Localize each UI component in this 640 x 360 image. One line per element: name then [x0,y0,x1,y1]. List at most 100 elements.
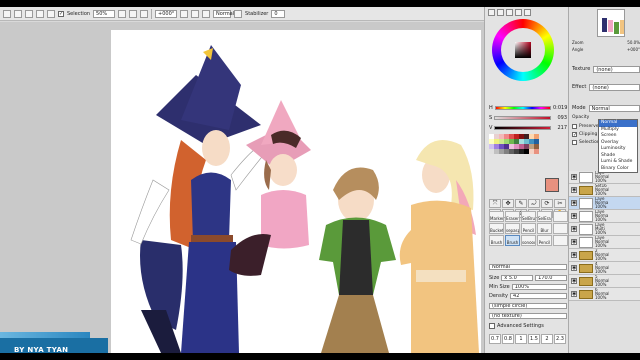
layer-row[interactable]: ◉ Laye Multi 100% [569,223,640,236]
drawing-canvas[interactable] [111,30,481,353]
workspace [0,22,484,353]
brush-preset[interactable]: Blur [537,223,552,234]
brush-texture-select[interactable]: (no texture) [489,312,567,319]
color-mode-tabs [485,7,568,17]
angle-field[interactable]: +000° [155,9,178,18]
tool-button[interactable]: ✥ [502,199,514,208]
brush-preset[interactable]: sepaspe [505,223,520,234]
brush-preset[interactable] [553,235,568,246]
brush-size-preset[interactable]: 0.7 [489,334,501,344]
layer-row[interactable]: ◉ Laye Norma 100% [569,210,640,223]
color-wheel[interactable] [492,19,554,81]
layer-folder-row[interactable]: ◉ 5 Normal 100% [569,275,640,288]
visibility-eye-icon[interactable]: ◉ [571,213,577,219]
selection-source-checkbox[interactable] [572,140,577,145]
layer-folder-row[interactable]: ◉ 4 Normal 100% [569,262,640,275]
size-value[interactable]: 170.0 [535,274,568,281]
visibility-eye-icon[interactable]: ◉ [571,291,577,297]
visibility-eye-icon[interactable]: ◉ [571,226,577,232]
tool-button[interactable]: ✂ [554,199,566,208]
brush-mode-select[interactable]: Normal [489,263,567,270]
layer-mode-select[interactable]: Normal [588,104,640,112]
density-value[interactable]: 42 [510,292,567,299]
navigator-preview [602,18,624,34]
color-swatch[interactable] [534,149,539,154]
redo-button[interactable] [14,9,22,18]
stabilizer-field[interactable]: 0 [271,9,286,18]
nav-zoom-value[interactable]: 50.0% [627,40,640,46]
flip-button[interactable] [202,9,211,18]
brush-preset[interactable]: Pencil [521,223,536,234]
layer-folder-row[interactable]: ◉ 6 Normal 100% [569,288,640,301]
brush-preset[interactable]: Brush [505,235,520,246]
size-multiplier[interactable]: x 5.0 [501,274,534,281]
visibility-eye-icon[interactable]: ◉ [571,278,577,284]
value-slider[interactable] [494,125,551,130]
tool-button[interactable]: ⤾ [528,199,540,208]
tool-button[interactable]: ⤧ [489,199,501,208]
swatches-tab[interactable] [515,9,522,16]
zoom-field[interactable]: 50% [93,9,116,18]
brush-size-preset[interactable]: 1.5 [528,334,540,344]
blend-mode-option[interactable]: Lumi & Shade [599,159,637,166]
saturation-value-square[interactable] [515,42,531,58]
visibility-eye-icon[interactable]: ◉ [571,187,577,193]
visibility-eye-icon[interactable]: ◉ [571,174,577,180]
hue-slider[interactable] [494,105,551,110]
layer-row[interactable]: ◉ Laye Norma 100% [569,197,640,210]
blend-mode-option[interactable]: Binary Color [599,166,637,173]
tool-button[interactable]: ✎ [515,199,527,208]
selection-checkbox[interactable]: ✓ [58,10,64,17]
zoom-out-button[interactable] [118,9,127,18]
brush-preset[interactable]: Bucket [489,223,504,234]
invert-selection-button[interactable] [36,9,44,18]
layer-row[interactable]: ◉ Laye Normal 100% [569,236,640,249]
visibility-eye-icon[interactable]: ◉ [571,239,577,245]
brush-preset[interactable] [553,223,568,234]
current-color-swatch[interactable] [545,178,559,192]
tool-button[interactable]: ⟳ [541,199,553,208]
preserve-opacity-checkbox[interactable] [572,124,577,129]
saturation-slider[interactable] [494,115,551,120]
stabilizer-toggle[interactable] [234,9,243,18]
brush-size-preset[interactable]: 1 [515,334,527,344]
deselect-button[interactable] [25,9,33,18]
brush-preset[interactable]: Eraser [505,211,520,222]
visibility-eye-icon[interactable]: ◉ [571,265,577,271]
brush-preset[interactable] [553,211,568,222]
visibility-eye-icon[interactable]: ◉ [571,200,577,206]
layer-thumbnail [579,197,593,209]
brush-size-preset[interactable]: 2 [541,334,553,344]
brush-size-preset[interactable]: 2.3 [554,334,566,344]
brush-shape-select[interactable]: (simple circle) [489,302,567,309]
brush-preset[interactable]: Brush [489,235,504,246]
navigator-thumbnail[interactable] [597,9,625,37]
hsv-slider-tab[interactable] [506,9,513,16]
clipping-group-checkbox[interactable]: ✓ [572,132,577,138]
visibility-eye-icon[interactable]: ◉ [571,252,577,258]
min-size-value[interactable]: 100% [511,283,567,290]
texture-select[interactable]: (none) [593,65,640,73]
brush-preset[interactable]: SelBrush [521,211,536,222]
layer-folder-row[interactable]: ◉ 2 Normal 100% [569,249,640,262]
zoom-reset-button[interactable] [140,9,149,18]
rgb-slider-tab[interactable] [497,9,504,16]
brush-size-preset[interactable]: 0.8 [502,334,514,344]
advanced-settings-checkbox[interactable] [489,322,495,329]
brush-preset[interactable]: Pencil [537,235,552,246]
show-selection-button[interactable] [47,9,55,18]
zoom-in-button[interactable] [129,9,138,18]
rotate-left-button[interactable] [180,9,189,18]
brush-preset[interactable]: SelErase [537,211,552,222]
scratchpad-tab[interactable] [524,9,531,16]
color-wheel-tab[interactable] [488,9,495,16]
effect-select[interactable]: (none) [589,83,640,91]
nav-angle-value[interactable]: +000° [627,47,640,53]
layer-folder-row[interactable]: ◉ Set16 Normal 100% [569,184,640,197]
undo-button[interactable] [3,9,11,18]
layer-opacity: 100% [595,282,607,287]
brush-preset[interactable]: Marker [489,211,504,222]
blend-mode-field[interactable]: Normal [213,9,234,18]
rotate-right-button[interactable] [191,9,200,18]
brush-preset[interactable]: sonoou [521,235,536,246]
